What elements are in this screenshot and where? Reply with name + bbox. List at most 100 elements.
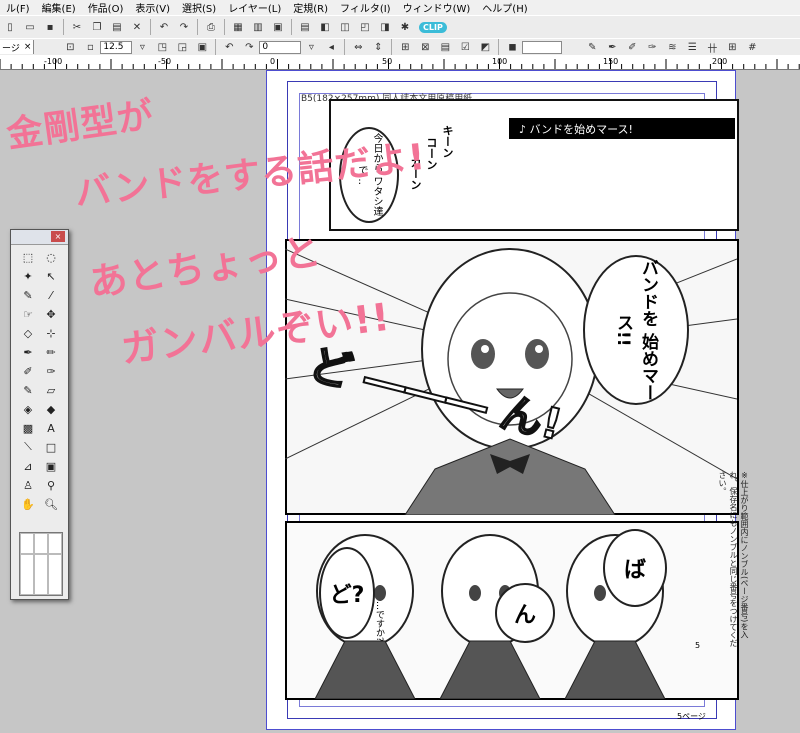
tool-palette[interactable]: × ⬚ ◌ ✦ ↖ ✎ ⁄ ☞ ✥ ◇ ⊹ ✒ ✏ ✐ ✑ ✎ ▱ ◈ ◆ ▩ … [10,229,69,600]
grid-icon[interactable]: ▦ [231,20,245,34]
color-field[interactable] [522,40,563,54]
pencil-tool-icon[interactable]: ✏ [43,344,59,360]
move-layer-icon[interactable]: ✥ [43,306,59,322]
line-tool-icon[interactable]: ⟍ [20,439,36,455]
gradient-icon[interactable]: ▩ [20,420,36,436]
blend-icon[interactable]: ⚲ [43,477,59,493]
menu-window[interactable]: ウィンドウ(W) [397,0,477,15]
tone-icon[interactable]: ◆ [43,401,59,417]
pencil-icon[interactable]: ✎ [585,40,599,54]
menu-help[interactable]: ヘルプ(H) [476,0,533,15]
antialias-icon[interactable]: ◳ [155,40,169,54]
cut-icon[interactable]: ✂ [70,20,84,34]
brush-icon[interactable]: ✐ [625,40,639,54]
flip-h-icon[interactable]: ⇔ [351,40,365,54]
color-swatch[interactable] [20,533,34,554]
object-icon[interactable]: ⊹ [43,325,59,341]
frame-icon[interactable]: ▤ [298,20,312,34]
shape-tool-icon[interactable]: □ [43,439,59,455]
navigator-icon[interactable]: ▣ [271,20,285,34]
angle-field[interactable]: 0 [259,40,302,54]
ruler-tool-icon[interactable]: ⊿ [20,458,36,474]
doc-tab-close-icon[interactable]: × [24,42,32,52]
color-icon[interactable]: ◰ [358,20,372,34]
property-icon[interactable]: ◧ [318,20,332,34]
clip-badge[interactable]: CLIP [419,21,447,33]
rect-select-icon[interactable]: ⬚ [20,249,36,265]
text-tool-icon[interactable]: A [43,420,59,436]
open-folder-icon[interactable]: ▭ [23,20,37,34]
check-icon[interactable]: ☑ [458,40,472,54]
lines-icon[interactable]: ☰ [685,40,699,54]
brush-size-field[interactable]: 12.5 [100,40,133,54]
close-icon[interactable]: × [51,231,65,242]
custom-tool-icon[interactable]: ✱ [398,20,412,34]
save-icon[interactable]: ▪ [43,20,57,34]
pen-tool-icon[interactable]: ✒ [20,344,36,360]
zoom-icon[interactable]: 🔍︎ [43,496,59,512]
eraser-icon[interactable]: ▱ [43,382,59,398]
rotate-right-icon[interactable]: ↷ [242,40,256,54]
hand-icon[interactable]: ✋ [20,496,36,512]
fit-page-icon[interactable]: ⊞ [398,40,412,54]
copy-icon[interactable]: ❐ [90,20,104,34]
menu-select[interactable]: 選択(S) [176,0,222,15]
ink-icon[interactable]: ✎ [20,382,36,398]
marker-icon[interactable]: ✐ [20,363,36,379]
layer-window-icon[interactable]: ▥ [251,20,265,34]
hash-icon[interactable]: # [745,40,759,54]
material-icon[interactable]: ◫ [338,20,352,34]
menu-ruler[interactable]: 定規(R) [287,0,334,15]
tool-palette-titlebar[interactable]: × [11,230,68,245]
brush-shape-icon[interactable]: ⊡ [63,40,77,54]
rotate-left-icon[interactable]: ↶ [222,40,236,54]
stabilize-icon[interactable]: ◲ [175,40,189,54]
menu-file[interactable]: ル(F) [0,0,36,15]
menu-work[interactable]: 作品(O) [82,0,130,15]
frame-tool-icon[interactable]: ▣ [43,458,59,474]
palette-icon[interactable]: ◼ [505,40,519,54]
mask-icon[interactable]: ◩ [478,40,492,54]
new-file-icon[interactable]: ▯ [3,20,17,34]
color-swatch[interactable] [48,533,62,554]
lasso-icon[interactable]: ◌ [43,249,59,265]
color-swatch[interactable] [20,553,34,595]
paste-icon[interactable]: ▤ [110,20,124,34]
menu-edit[interactable]: 編集(E) [36,0,82,15]
brush-size-icon[interactable]: ▫ [83,40,97,54]
undo-icon[interactable]: ↶ [157,20,171,34]
size-down-icon[interactable]: ▿ [135,40,149,54]
brush-tool-icon[interactable]: ✑ [43,363,59,379]
print-icon[interactable]: ⎙ [204,20,218,34]
color-swatch[interactable] [34,533,48,554]
color-swatch[interactable] [34,553,48,595]
delete-icon[interactable]: ✕ [130,20,144,34]
history-icon[interactable]: ◨ [378,20,392,34]
hatch-icon[interactable]: ≋ [665,40,679,54]
stamp-icon[interactable]: ♙ [20,477,36,493]
pattern-icon[interactable]: 卄 [705,40,719,55]
move-icon[interactable]: ↖ [43,268,59,284]
menu-filter[interactable]: フィルタ(I) [334,0,397,15]
fill-icon[interactable]: ◈ [20,401,36,417]
snap-icon[interactable]: ⊠ [418,40,432,54]
angle-down-icon[interactable]: ▿ [304,40,318,54]
eyedropper-icon[interactable]: ⁄ [43,287,59,303]
hand-select-icon[interactable]: ☞ [20,306,36,322]
transform-icon[interactable]: ◇ [20,325,36,341]
menu-layer[interactable]: レイヤー(L) [222,0,287,15]
color-swatches[interactable] [19,532,63,596]
menu-view[interactable]: 表示(V) [129,0,176,15]
grid-pattern-icon[interactable]: ⊞ [725,40,739,54]
canvas-area[interactable]: B5(182×257mm) 同人誌本文用原稿用紙 [0,70,800,733]
color-swatch[interactable] [48,553,62,595]
pen-icon[interactable]: ✒ [605,40,619,54]
flip-v-icon[interactable]: ⇕ [371,40,385,54]
doc-tab[interactable]: ージ × [0,40,35,54]
airbrush-icon[interactable]: ✑ [645,40,659,54]
ruler-icon[interactable]: ▤ [438,40,452,54]
angle-reset-icon[interactable]: ◂ [324,40,338,54]
redo-icon[interactable]: ↷ [177,20,191,34]
magic-wand-icon[interactable]: ✦ [20,268,36,284]
pen-pressure-icon[interactable]: ▣ [195,40,209,54]
